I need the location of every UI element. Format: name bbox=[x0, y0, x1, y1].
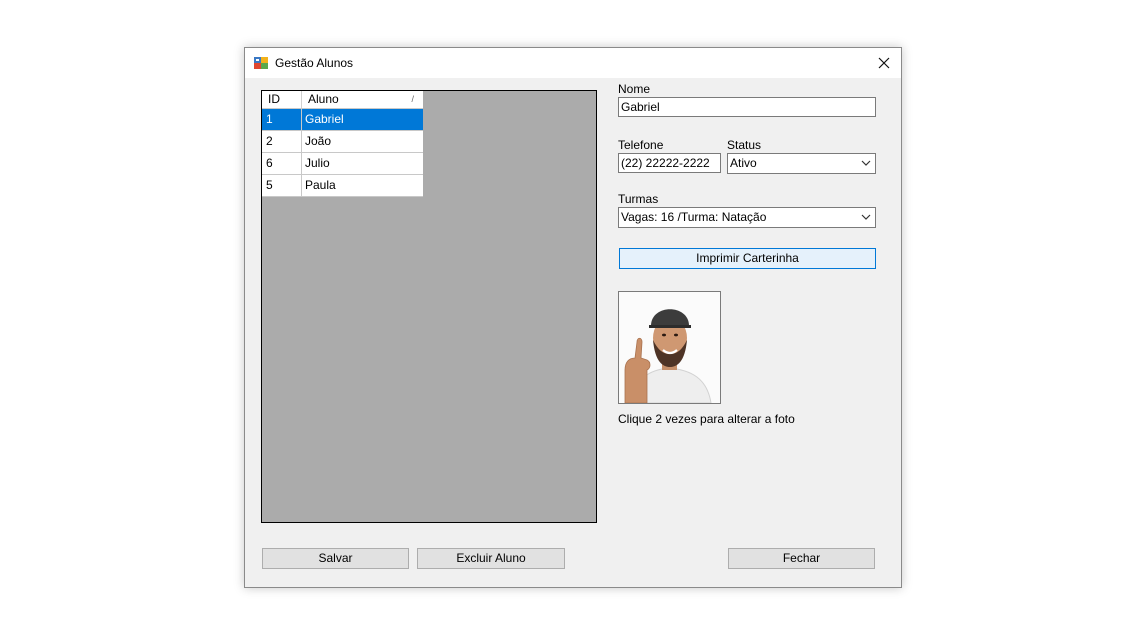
cell-id: 1 bbox=[262, 109, 302, 130]
cell-aluno: Paula bbox=[305, 178, 336, 192]
nome-label: Nome bbox=[618, 82, 651, 96]
grid-table: ID Aluno / 1 Gabriel 2 João 6 Julio 5 Pa… bbox=[262, 91, 423, 197]
print-card-button[interactable]: Imprimir Carterinha bbox=[619, 248, 876, 269]
cell-id: 6 bbox=[262, 153, 302, 174]
status-select[interactable]: Ativo bbox=[727, 153, 876, 174]
status-select-value: Ativo bbox=[730, 156, 757, 170]
close-icon bbox=[878, 57, 890, 69]
chevron-down-icon bbox=[861, 214, 871, 220]
cell-aluno: João bbox=[305, 134, 332, 148]
window-title: Gestão Alunos bbox=[275, 56, 354, 70]
turmas-select[interactable]: Vagas: 16 /Turma: Natação bbox=[618, 207, 876, 228]
turmas-select-value: Vagas: 16 /Turma: Natação bbox=[621, 210, 767, 224]
table-row[interactable]: 2 João bbox=[262, 131, 423, 153]
save-button[interactable]: Salvar bbox=[262, 548, 409, 569]
close-button[interactable]: Fechar bbox=[728, 548, 875, 569]
grid-header: ID Aluno / bbox=[262, 91, 423, 109]
main-window: Gestão Alunos ID Aluno / 1 Gabriel 2 Joã… bbox=[244, 47, 902, 588]
student-photo-image bbox=[619, 292, 720, 403]
nome-input[interactable]: Gabriel bbox=[618, 97, 876, 117]
cell-id: 2 bbox=[262, 131, 302, 152]
status-label: Status bbox=[727, 138, 762, 152]
table-row[interactable]: 5 Paula bbox=[262, 175, 423, 197]
column-header-aluno-label: Aluno bbox=[308, 92, 339, 106]
column-header-aluno[interactable]: Aluno / bbox=[302, 91, 423, 108]
cell-aluno: Julio bbox=[305, 156, 330, 170]
student-photo[interactable] bbox=[618, 291, 721, 404]
close-window-button[interactable] bbox=[867, 48, 901, 78]
students-grid[interactable]: ID Aluno / 1 Gabriel 2 João 6 Julio 5 Pa… bbox=[261, 90, 597, 523]
photo-hint-text: Clique 2 vezes para alterar a foto bbox=[618, 412, 795, 426]
turmas-label: Turmas bbox=[618, 192, 659, 206]
chevron-down-icon bbox=[861, 160, 871, 166]
sort-indicator-icon: / bbox=[411, 94, 414, 104]
cell-aluno: Gabriel bbox=[305, 112, 344, 126]
column-header-id[interactable]: ID bbox=[262, 91, 302, 108]
cell-id: 5 bbox=[262, 175, 302, 196]
table-row[interactable]: 6 Julio bbox=[262, 153, 423, 175]
table-row[interactable]: 1 Gabriel bbox=[262, 109, 423, 131]
app-icon bbox=[254, 57, 268, 69]
telefone-label: Telefone bbox=[618, 138, 664, 152]
delete-student-button[interactable]: Excluir Aluno bbox=[417, 548, 565, 569]
telefone-input[interactable]: (22) 22222-2222 bbox=[618, 153, 721, 173]
title-bar: Gestão Alunos bbox=[245, 48, 901, 78]
